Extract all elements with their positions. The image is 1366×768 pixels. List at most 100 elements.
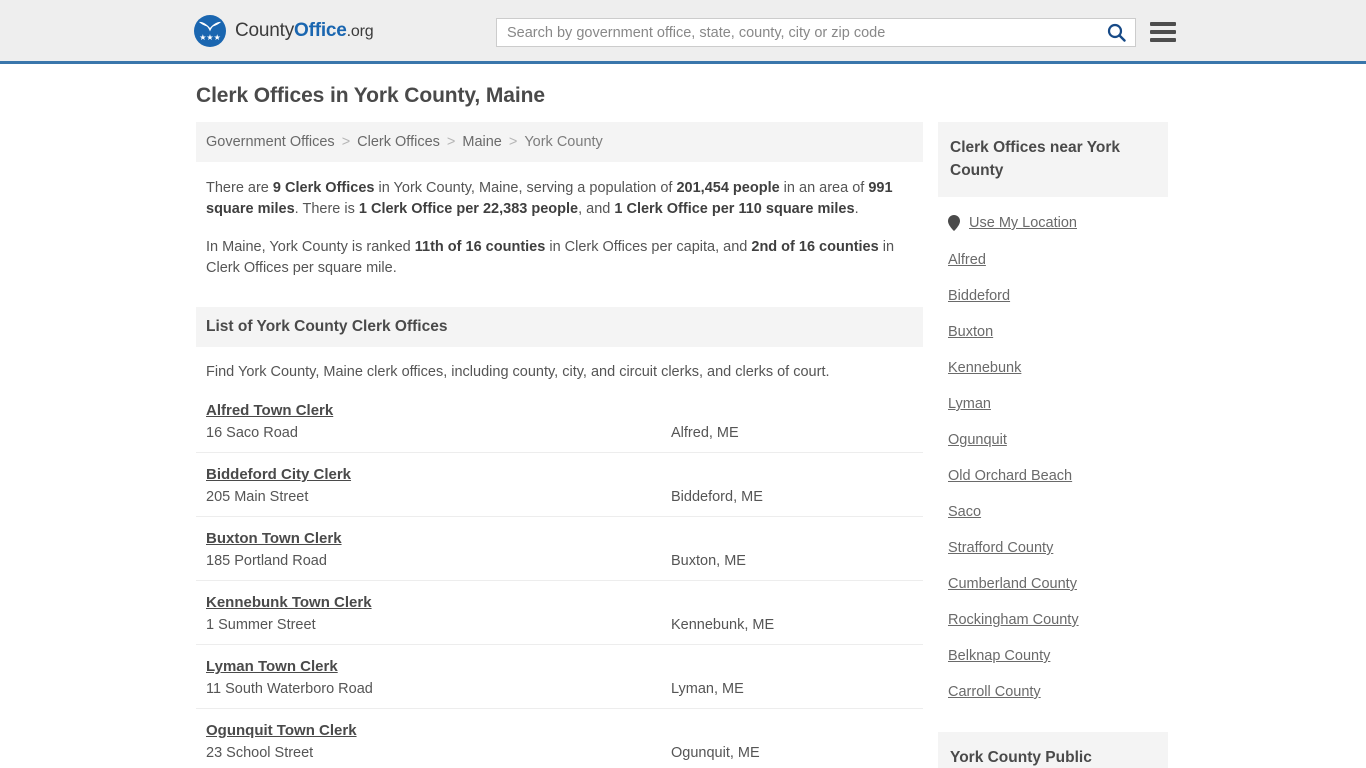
office-list-item: Kennebunk Town Clerk 1 Summer Street Kenne… — [196, 594, 923, 645]
sidebar-link-row[interactable]: Saco — [948, 494, 1168, 530]
map-pin-icon — [948, 215, 960, 231]
search-icon — [1107, 23, 1126, 42]
office-city-state: Alfred, ME — [671, 425, 739, 441]
office-detail: 16 Saco Road Alfred, ME — [206, 425, 923, 441]
office-detail: 23 School Street Ogunquit, ME — [206, 745, 923, 761]
county-stats-frag-9: , and — [578, 201, 615, 217]
office-address: 1 Summer Street — [206, 617, 316, 633]
county-stats-frag-3: in York County, Maine, serving a populat… — [374, 180, 677, 196]
search-bar[interactable] — [496, 18, 1136, 47]
sidebar-link-row[interactable]: Belknap County — [948, 638, 1168, 674]
office-name-link[interactable]: Ogunquit Town Clerk — [206, 722, 357, 739]
page-body: Clerk Offices in York County, Maine Gove… — [0, 64, 1366, 768]
breadcrumb: Government Offices > Clerk Offices > Maine > Y… — [196, 122, 923, 162]
sidebar-link-row[interactable]: Ogunquit — [948, 422, 1168, 458]
county-stats-paragraph: There are 9 Clerk Offices in York County… — [206, 178, 906, 220]
hamburger-menu-button[interactable] — [1150, 20, 1176, 44]
office-list-item: Biddeford City Clerk 205 Main Street Bidde… — [196, 466, 923, 517]
office-list-item: Alfred Town Clerk 16 Saco Road Alfred, ME — [196, 402, 923, 453]
hamburger-bar-3 — [1150, 38, 1176, 42]
sidebar-records-heading: York County Public Records — [938, 732, 1168, 768]
sidebar-link-ogunquit[interactable]: Ogunquit — [948, 432, 1007, 448]
office-address: 185 Portland Road — [206, 553, 327, 569]
office-name-link[interactable]: Biddeford City Clerk — [206, 466, 351, 483]
breadcrumb-item-2[interactable]: Clerk Offices — [357, 134, 440, 150]
county-stats-frag-5: in an area of — [779, 180, 869, 196]
office-detail: 185 Portland Road Buxton, ME — [206, 553, 923, 569]
office-city-state: Buxton, ME — [671, 553, 746, 569]
office-name-link[interactable]: Buxton Town Clerk — [206, 530, 342, 547]
sidebar-link-strafford-county[interactable]: Strafford County — [948, 540, 1053, 556]
hamburger-bar-1 — [1150, 22, 1176, 26]
county-stats-frag-1: There are — [206, 180, 273, 196]
eagle-wings-icon — [199, 21, 221, 31]
county-stats-frag-4: 201,454 people — [676, 180, 780, 196]
sidebar-link-old-orchard-beach[interactable]: Old Orchard Beach — [948, 468, 1072, 484]
page-title: Clerk Offices in York County, Maine — [196, 84, 545, 107]
sidebar-link-kennebunk[interactable]: Kennebunk — [948, 360, 1021, 376]
sidebar-link-row[interactable]: Buxton — [948, 314, 1168, 350]
brand-part-1: County — [235, 19, 295, 41]
breadcrumb-separator: > — [446, 134, 456, 150]
sidebar-link-row[interactable]: Rockingham County — [948, 602, 1168, 638]
office-name-link[interactable]: Alfred Town Clerk — [206, 402, 333, 419]
office-name-link[interactable]: Kennebunk Town Clerk — [206, 594, 372, 611]
site-logo-link[interactable]: ★★★ CountyOffice.org — [194, 14, 374, 47]
county-stats-frag-10: 1 Clerk Office per 110 square miles — [614, 201, 855, 217]
sidebar: Clerk Offices near York County Use My Lo… — [938, 122, 1168, 768]
office-name-link[interactable]: Lyman Town Clerk — [206, 658, 338, 675]
use-my-location-label[interactable]: Use My Location — [969, 215, 1077, 231]
list-section-heading: List of York County Clerk Offices — [196, 307, 923, 347]
sidebar-link-list: Use My Location Alfred Biddeford Buxton Ken… — [938, 204, 1168, 710]
sidebar-link-rockingham-county[interactable]: Rockingham County — [948, 612, 1079, 628]
county-stats-frag-11: . — [854, 201, 859, 217]
sidebar-link-row[interactable]: Biddeford — [948, 278, 1168, 314]
breadcrumb-item-4: York County — [524, 134, 603, 150]
office-address: 16 Saco Road — [206, 425, 298, 441]
sidebar-link-row[interactable]: Cumberland County — [948, 566, 1168, 602]
office-detail: 205 Main Street Biddeford, ME — [206, 489, 923, 505]
county-ranking-frag-3: in Clerk Offices per capita, and — [545, 239, 752, 255]
county-ranking-frag-2: 11th of 16 counties — [414, 239, 546, 255]
three-stars-icon: ★★★ — [199, 32, 221, 42]
office-city-state: Kennebunk, ME — [671, 617, 775, 633]
breadcrumb-item-3[interactable]: Maine — [462, 134, 502, 150]
main-content: Government Offices > Clerk Offices > Maine > Y… — [196, 122, 923, 768]
sidebar-link-belknap-county[interactable]: Belknap County — [948, 648, 1050, 664]
breadcrumb-separator: > — [508, 134, 518, 150]
brand-part-3: .org — [346, 22, 374, 40]
office-address: 23 School Street — [206, 745, 314, 761]
county-ranking-frag-4: 2nd of 16 counties — [751, 239, 879, 255]
sidebar-link-cumberland-county[interactable]: Cumberland County — [948, 576, 1077, 592]
breadcrumb-item-1[interactable]: Government Offices — [206, 134, 335, 150]
site-header: ★★★ CountyOffice.org — [0, 0, 1366, 64]
office-detail: 1 Summer Street Kennebunk, ME — [206, 617, 923, 633]
sidebar-link-carroll-county[interactable]: Carroll County — [948, 684, 1041, 700]
sidebar-link-row[interactable]: Old Orchard Beach — [948, 458, 1168, 494]
breadcrumb-separator: > — [341, 134, 351, 150]
office-detail: 11 South Waterboro Road Lyman, ME — [206, 681, 923, 697]
sidebar-link-row[interactable]: Kennebunk — [948, 350, 1168, 386]
office-list: Alfred Town Clerk 16 Saco Road Alfred, ME B… — [196, 402, 923, 768]
office-list-item: Buxton Town Clerk 185 Portland Road Buxton… — [196, 530, 923, 581]
sidebar-link-row[interactable]: Strafford County — [948, 530, 1168, 566]
county-ranking-paragraph: In Maine, York County is ranked 11th of … — [206, 237, 906, 279]
sidebar-link-row[interactable]: Alfred — [948, 242, 1168, 278]
brand-wordmark: CountyOffice.org — [235, 19, 374, 42]
sidebar-link-saco[interactable]: Saco — [948, 504, 981, 520]
search-button[interactable] — [1097, 19, 1135, 46]
office-city-state: Biddeford, ME — [671, 489, 763, 505]
use-my-location-row[interactable]: Use My Location — [948, 204, 1168, 242]
sidebar-link-alfred[interactable]: Alfred — [948, 252, 986, 268]
sidebar-link-row[interactable]: Lyman — [948, 386, 1168, 422]
office-list-item: Lyman Town Clerk 11 South Waterboro Road L… — [196, 658, 923, 709]
office-city-state: Ogunquit, ME — [671, 745, 760, 761]
sidebar-link-biddeford[interactable]: Biddeford — [948, 288, 1010, 304]
office-address: 205 Main Street — [206, 489, 309, 505]
county-stats-frag-7: . There is — [294, 201, 359, 217]
sidebar-link-buxton[interactable]: Buxton — [948, 324, 993, 340]
county-ranking-frag-1: In Maine, York County is ranked — [206, 239, 415, 255]
search-input[interactable] — [497, 19, 1097, 46]
sidebar-link-row[interactable]: Carroll County — [948, 674, 1168, 710]
sidebar-link-lyman[interactable]: Lyman — [948, 396, 991, 412]
